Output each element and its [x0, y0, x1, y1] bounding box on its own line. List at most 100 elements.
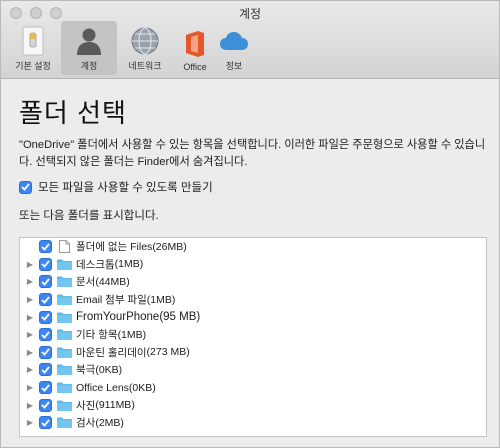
folder-name: Office Lens — [76, 381, 129, 394]
folder-icon — [57, 312, 72, 323]
folder-row[interactable]: ▶ 검사 (2MB) — [20, 414, 486, 432]
folder-size: (26MB) — [152, 240, 187, 253]
all-files-option[interactable]: 모든 파일을 사용할 수 있도록 만들기 — [19, 179, 213, 195]
folder-row[interactable]: ▶ 북극 (0KB) — [20, 361, 486, 379]
folder-checkbox[interactable] — [39, 381, 52, 395]
disclosure-triangle-icon[interactable]: ▶ — [24, 365, 36, 374]
folder-checkbox[interactable] — [39, 345, 52, 359]
disclosure-triangle-icon[interactable]: ▶ — [24, 277, 36, 286]
folder-name: 사진 — [76, 399, 96, 412]
folder-size: (95 MB) — [159, 311, 201, 324]
disclosure-triangle-icon[interactable]: ▶ — [24, 295, 36, 304]
tab-about-label: 정보 — [225, 61, 243, 71]
folder-name: 마운틴 홀리데이 — [76, 346, 147, 359]
folder-name: 데스크톱 — [76, 258, 115, 271]
folder-size: (1MB) — [114, 258, 144, 271]
disclosure-triangle-icon[interactable]: ▶ — [24, 313, 36, 322]
folder-name: 폴더에 없는 Files — [76, 241, 153, 254]
folder-name: 북극 — [76, 364, 96, 377]
disclosure-triangle-icon[interactable]: ▶ — [24, 348, 36, 357]
folder-selection-panel: 폴더 선택 "OneDrive" 폴더에서 사용할 수 있는 항목을 선택합니다… — [1, 79, 499, 447]
folder-checkbox[interactable] — [39, 240, 52, 254]
folder-checkbox[interactable] — [39, 293, 52, 307]
folder-checkbox[interactable] — [39, 416, 52, 430]
folder-row[interactable]: 폴더에 없는 Files (26MB) — [20, 238, 486, 256]
switch-icon — [17, 25, 49, 57]
titlebar: 계정 기본 설정 계정 네트워크 Office 정보 — [1, 1, 499, 79]
folder-icon — [57, 417, 72, 429]
checkmark-icon — [41, 383, 50, 392]
disclosure-triangle-icon[interactable]: ▶ — [24, 330, 36, 339]
folder-icon — [57, 364, 72, 376]
folder-size: (2MB) — [95, 416, 124, 429]
person-icon — [73, 25, 105, 57]
folder-checkbox[interactable] — [39, 328, 52, 342]
folder-checkbox[interactable] — [39, 275, 52, 289]
folder-icon — [57, 400, 72, 411]
folder-icon — [57, 259, 72, 270]
folder-size: (0KB) — [128, 381, 156, 394]
folder-name: 기타 항목 — [76, 329, 118, 342]
folder-checkbox[interactable] — [39, 257, 52, 271]
folder-checkbox[interactable] — [39, 363, 52, 377]
page-title: 폴더 선택 — [19, 98, 127, 128]
window-title: 계정 — [238, 7, 262, 21]
folder-size: (1MB) — [146, 293, 176, 306]
folder-name: 문서 — [76, 276, 96, 289]
checkmark-icon — [41, 313, 50, 322]
disclosure-triangle-icon[interactable]: ▶ — [24, 383, 36, 392]
folder-row[interactable]: ▶ Email 첨부 파일 (1MB) — [20, 291, 486, 309]
tab-general[interactable]: 기본 설정 — [5, 21, 61, 75]
folder-icon — [57, 382, 72, 394]
folder-row[interactable]: ▶ 데스크톱 (1MB) — [20, 256, 486, 274]
tab-network-label: 네트워크 — [128, 61, 162, 71]
tab-account[interactable]: 계정 — [61, 21, 117, 75]
folder-row[interactable]: ▶ FromYourPhone (95 MB) — [20, 308, 486, 326]
folders-subheading: 또는 다음 폴더를 표시합니다. — [19, 210, 159, 222]
checkmark-icon — [21, 183, 30, 191]
folder-size: (911MB) — [95, 399, 135, 412]
office-icon — [179, 28, 211, 60]
document-icon — [59, 240, 70, 254]
folder-list[interactable]: 폴더에 없는 Files (26MB) ▶ 데스크톱 (1MB) ▶ 문서 (44MB) ▶ Em… — [19, 237, 487, 437]
folder-row[interactable]: ▶ 기타 항목 (1MB) — [20, 326, 486, 344]
globe-icon — [129, 25, 161, 57]
folder-icon — [57, 294, 72, 306]
folder-row[interactable]: ▶ 사진 (911MB) — [20, 396, 486, 414]
folder-name: FromYourPhone — [76, 311, 160, 324]
folder-row[interactable]: ▶ 문서 (44MB) — [20, 273, 486, 291]
checkmark-icon — [41, 331, 50, 339]
disclosure-triangle-icon[interactable]: ▶ — [24, 418, 36, 427]
folder-size: (273 MB) — [146, 346, 190, 359]
description-text: "OneDrive" 폴더에서 사용할 수 있는 항목을 선택합니다. 이러한 … — [19, 139, 486, 168]
folder-icon — [57, 347, 72, 358]
checkmark-icon — [41, 348, 50, 357]
folder-checkbox[interactable] — [39, 310, 52, 324]
tab-network[interactable]: 네트워크 — [117, 21, 173, 75]
folder-size: (0KB) — [95, 363, 123, 376]
folder-size: (44MB) — [95, 275, 130, 288]
checkmark-icon — [41, 366, 50, 374]
checkmark-icon — [41, 296, 50, 304]
folder-name: Email 첨부 파일 — [76, 294, 147, 307]
disclosure-triangle-icon[interactable]: ▶ — [24, 260, 36, 269]
folder-icon — [57, 329, 72, 341]
folder-row[interactable]: ▶ 마운틴 홀리데이 (273 MB) — [20, 344, 486, 362]
checkmark-icon — [41, 401, 50, 409]
tab-office-label: Office — [183, 62, 207, 72]
checkmark-icon — [41, 260, 50, 269]
tab-office[interactable]: Office — [173, 21, 217, 75]
preferences-toolbar: 기본 설정 계정 네트워크 Office 정보 — [5, 21, 251, 75]
folder-row[interactable]: ▶ Office Lens (0KB) — [20, 379, 486, 397]
checkmark-icon — [41, 278, 50, 286]
disclosure-triangle-icon[interactable]: ▶ — [24, 401, 36, 410]
checkmark-icon — [41, 243, 50, 251]
folder-icon — [57, 276, 72, 288]
checkmark-icon — [41, 419, 50, 427]
folder-checkbox[interactable] — [39, 398, 52, 412]
folder-size: (1MB) — [117, 328, 147, 341]
tab-account-label: 계정 — [80, 61, 98, 71]
tab-about[interactable]: 정보 — [217, 21, 251, 75]
folder-name: 검사 — [76, 417, 96, 430]
all-files-checkbox[interactable] — [19, 180, 32, 194]
